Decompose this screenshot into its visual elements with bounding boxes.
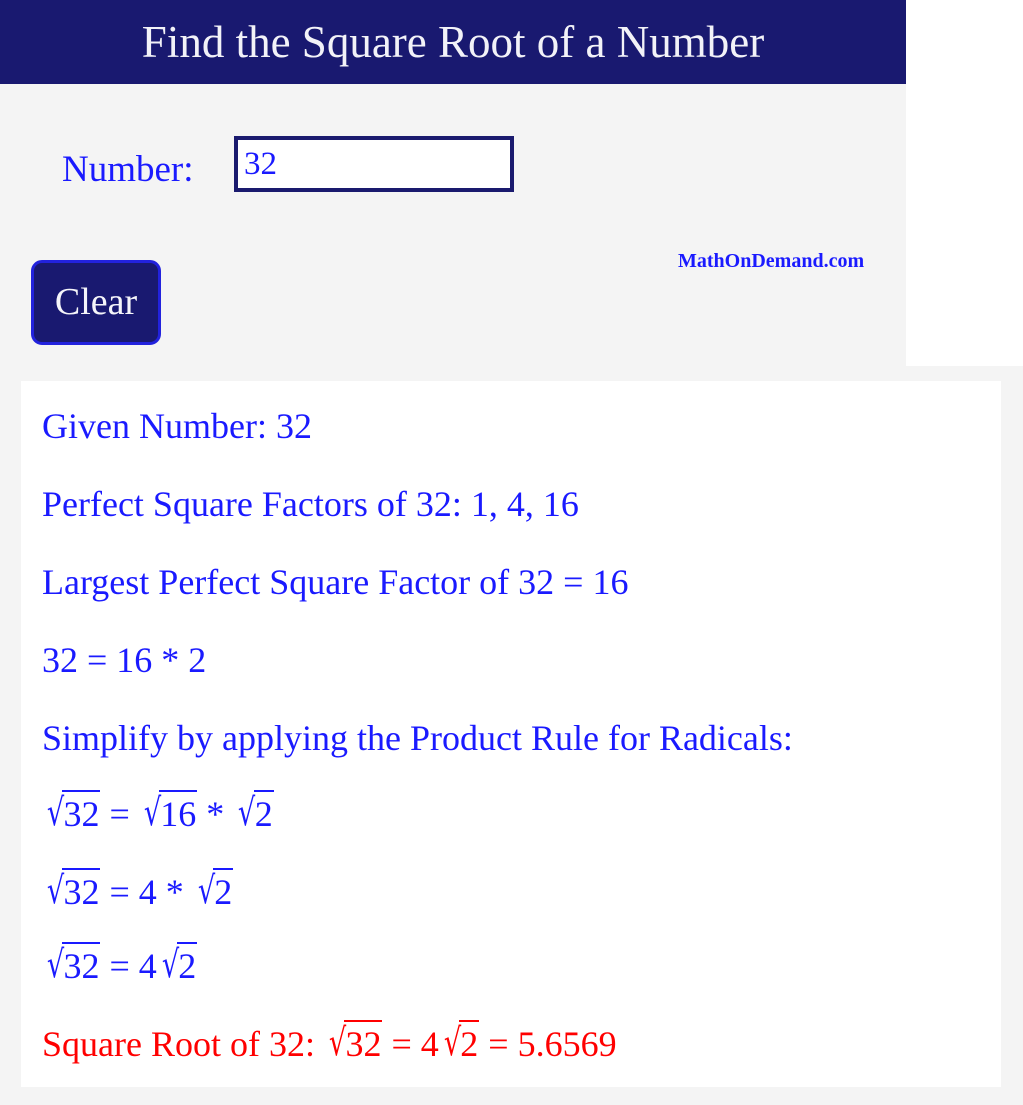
result-line-product-rule-heading: Simplify by applying the Product Rule fo… [42, 718, 793, 758]
equals-sign: = [100, 872, 139, 912]
times-sign: * [197, 794, 234, 834]
radicand: 32 [62, 867, 101, 914]
decimal-value: 5.6569 [517, 1024, 617, 1064]
coefficient: 4 [138, 946, 157, 986]
result-line-perfect-square-factors: Perfect Square Factors of 32: 1, 4, 16 [42, 484, 579, 524]
result-line-factorization: 32 = 16 * 2 [42, 640, 207, 680]
result-equation-simplified: √32 = 4 √2 [42, 941, 198, 989]
radical-expression: √2 [439, 1019, 480, 1067]
radical-expression: √2 [233, 789, 274, 837]
radical-expression: √2 [193, 867, 234, 915]
equals-sign: = [479, 1024, 518, 1064]
times-sign: * [156, 872, 193, 912]
radicand: 32 [62, 941, 101, 988]
radicand: 32 [344, 1019, 383, 1066]
coefficient: 4 [138, 872, 157, 912]
radicand: 2 [177, 941, 198, 988]
radicand: 2 [213, 867, 234, 914]
final-answer-prefix: Square Root of 32: [42, 1024, 324, 1064]
radical-expression: √32 [42, 941, 101, 989]
number-label: Number: [62, 149, 194, 190]
results-panel: Given Number: 32 Perfect Square Factors … [21, 381, 1001, 1087]
equals-sign: = [382, 1024, 421, 1064]
radicand: 2 [459, 1019, 480, 1066]
result-final-answer: Square Root of 32: √32 = 4 √2 = 5.6569 [42, 1019, 617, 1067]
header-bar: Find the Square Root of a Number [0, 0, 906, 84]
result-line-given-number: Given Number: 32 [42, 406, 312, 446]
page-title: Find the Square Root of a Number [141, 17, 765, 67]
number-input-row: Number: [0, 132, 906, 202]
radical-expression: √32 [42, 789, 101, 837]
radicand: 32 [62, 789, 101, 836]
brand-label: MathOnDemand.com [678, 250, 865, 272]
radical-expression: √2 [157, 941, 198, 989]
equals-sign: = [100, 794, 139, 834]
number-input[interactable] [234, 136, 514, 192]
form-panel: Number: Clear MathOnDemand.com [0, 84, 906, 366]
radicand: 2 [253, 789, 274, 836]
clear-button[interactable]: Clear [31, 260, 161, 345]
result-equation-product-rule: √32 = √16 * √2 [42, 789, 274, 837]
radical-expression: √16 [139, 789, 198, 837]
radical-expression: √32 [324, 1019, 383, 1067]
coefficient: 4 [420, 1024, 439, 1064]
radical-expression: √32 [42, 867, 101, 915]
radicand: 16 [159, 789, 198, 836]
result-line-largest-perfect-square-factor: Largest Perfect Square Factor of 32 = 16 [42, 562, 629, 602]
equals-sign: = [100, 946, 139, 986]
result-equation-coefficient-extracted: √32 = 4 * √2 [42, 867, 234, 915]
